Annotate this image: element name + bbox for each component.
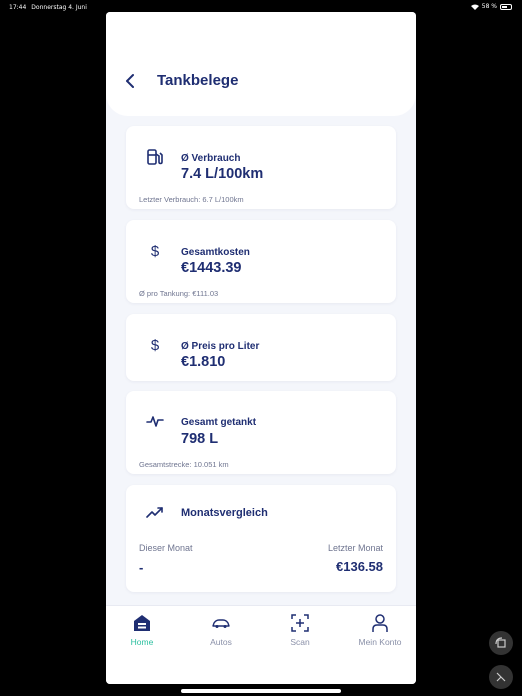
last-month-label: Letzter Monat — [327, 543, 383, 553]
total-cost-sub: Ø pro Tankung: €111.03 — [139, 289, 219, 298]
consumption-value: 7.4 L/100km — [181, 166, 264, 182]
fuel-pump-icon — [144, 146, 166, 168]
status-date: Donnerstag 4. Juni — [31, 4, 87, 11]
collapse-icon — [496, 672, 506, 682]
total-fueled-value: 798 L — [181, 431, 219, 447]
rotate-icon — [495, 637, 506, 648]
consumption-card[interactable]: Ø Verbrauch 7.4 L/100km Letzter Verbrauc… — [126, 126, 396, 209]
tab-scan[interactable]: Scan — [269, 613, 331, 651]
home-indicator[interactable] — [181, 689, 341, 693]
header: Tankbelege — [106, 12, 416, 116]
home-icon — [134, 615, 150, 631]
battery-percent: 58 % — [481, 3, 497, 10]
tab-autos-label: Autos — [210, 637, 232, 647]
this-month-label: Dieser Monat — [139, 543, 193, 553]
battery-icon — [500, 3, 512, 10]
svg-text:$: $ — [151, 337, 160, 354]
status-time: 17:44 — [9, 4, 27, 11]
tab-home[interactable]: Home — [111, 613, 173, 651]
collapse-button[interactable] — [489, 665, 513, 689]
app-window: Tankbelege Ø Verbrauch 7.4 L/100km Letzt… — [106, 12, 416, 684]
tab-autos[interactable]: Autos — [190, 613, 252, 651]
total-cost-card[interactable]: $ Gesamtkosten €1443.39 Ø pro Tankung: €… — [126, 220, 396, 303]
tab-home-label: Home — [130, 637, 154, 647]
scan-icon — [291, 614, 309, 632]
svg-text:$: $ — [151, 243, 160, 260]
total-fueled-card[interactable]: Gesamt getankt 798 L Gesamtstrecke: 10.0… — [126, 391, 396, 474]
this-month-value: - — [139, 560, 144, 575]
wifi-icon — [470, 4, 479, 10]
tab-account[interactable]: Mein Konto — [349, 613, 411, 651]
tab-account-label: Mein Konto — [358, 637, 402, 647]
page-title: Tankbelege — [157, 72, 239, 89]
monthly-comparison-card[interactable]: Monatsvergleich Dieser Monat Letzter Mon… — [126, 485, 396, 592]
price-per-liter-label: Ø Preis pro Liter — [181, 341, 260, 352]
monthly-comparison-label: Monatsvergleich — [181, 507, 268, 519]
tab-bar: Home Autos Scan Mein Konto — [106, 605, 416, 684]
total-cost-label: Gesamtkosten — [181, 247, 250, 258]
price-per-liter-value: €1.810 — [181, 354, 226, 370]
screen: 17:44 Donnerstag 4. Juni 58 % Tankbelege… — [0, 0, 522, 696]
rotate-button[interactable] — [489, 631, 513, 655]
activity-icon — [144, 410, 166, 432]
total-fueled-label: Gesamt getankt — [181, 417, 257, 428]
user-icon — [372, 614, 388, 632]
total-fueled-sub: Gesamtstrecke: 10.051 km — [139, 460, 229, 469]
chevron-left-icon[interactable] — [122, 72, 140, 90]
car-icon — [212, 619, 230, 628]
total-cost-value: €1443.39 — [181, 260, 242, 276]
consumption-sub: Letzter Verbrauch: 6.7 L/100km — [139, 195, 244, 204]
last-month-value: €136.58 — [336, 559, 383, 574]
dollar-icon: $ — [144, 240, 166, 262]
tab-scan-label: Scan — [290, 637, 310, 647]
trending-up-icon — [144, 502, 166, 524]
price-per-liter-card[interactable]: $ Ø Preis pro Liter €1.810 — [126, 314, 396, 381]
consumption-label: Ø Verbrauch — [181, 153, 241, 164]
dollar-icon: $ — [144, 334, 166, 356]
